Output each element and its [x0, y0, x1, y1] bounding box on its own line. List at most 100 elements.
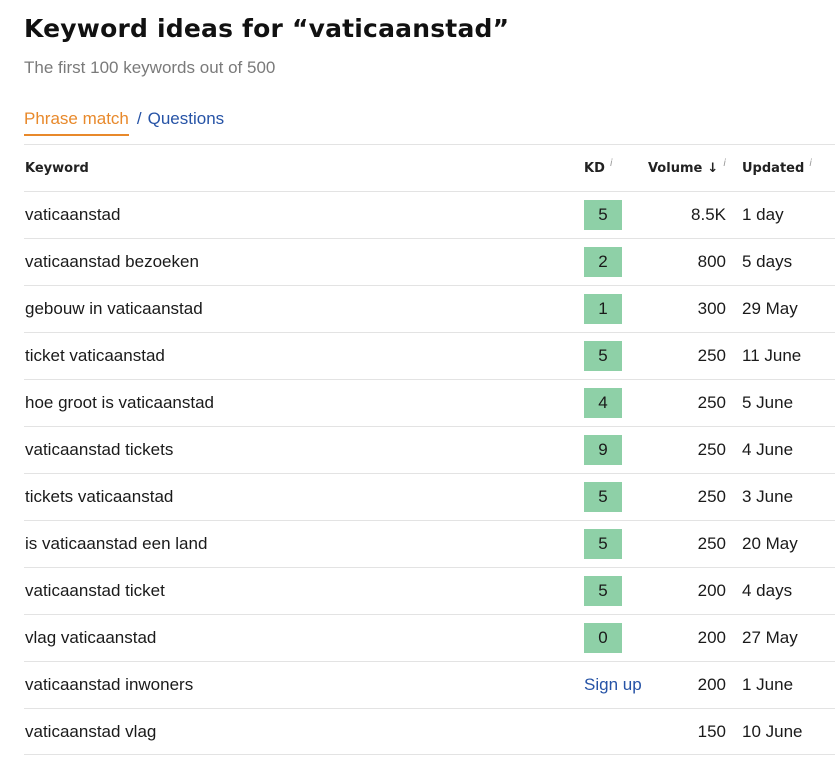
- row-keyword-cell: vaticaanstad vlag: [24, 708, 584, 755]
- row-updated-cell: 5 June: [726, 379, 835, 426]
- updated-value: 20 May: [742, 534, 798, 553]
- updated-value: 4 days: [742, 581, 793, 600]
- row-kd-cell: 2: [584, 238, 656, 285]
- kd-badge: 5: [584, 576, 622, 606]
- row-kd-cell: 5: [584, 473, 656, 520]
- row-kd-cell: 0: [584, 614, 656, 661]
- keyword-text[interactable]: gebouw in vaticaanstad: [25, 299, 203, 319]
- volume-value: 250: [697, 393, 726, 412]
- row-volume-cell: 250: [656, 520, 726, 567]
- kd-badge: 2: [584, 247, 622, 277]
- match-type-tabs: Phrase match / Questions: [24, 109, 224, 136]
- row-keyword-cell: gebouw in vaticaanstad: [24, 285, 584, 332]
- row-updated-cell: 10 June: [726, 708, 835, 755]
- row-kd-cell: 5: [584, 520, 656, 567]
- row-updated-cell: 29 May: [726, 285, 835, 332]
- row-updated-cell: 4 days: [726, 567, 835, 614]
- updated-value: 4 June: [742, 440, 794, 459]
- row-updated-cell: 11 June: [726, 332, 835, 379]
- row-updated-cell: 3 June: [726, 473, 835, 520]
- row-volume-cell: 800: [656, 238, 726, 285]
- updated-value: 27 May: [742, 628, 798, 647]
- volume-value: 800: [697, 252, 726, 271]
- updated-value: 29 May: [742, 299, 798, 318]
- tab-phrase-match[interactable]: Phrase match: [24, 109, 129, 136]
- volume-value: 250: [697, 346, 726, 365]
- keyword-text[interactable]: vaticaanstad vlag: [25, 722, 156, 742]
- column-header-updated[interactable]: Updated i: [726, 144, 835, 191]
- tab-separator: /: [136, 109, 142, 128]
- kd-badge: 9: [584, 435, 622, 465]
- row-keyword-cell: vaticaanstad bezoeken: [24, 238, 584, 285]
- keyword-ideas-panel: Keyword ideas for “vaticaanstad” The fir…: [0, 0, 835, 757]
- row-keyword-cell: vlag vaticaanstad: [24, 614, 584, 661]
- row-updated-cell: 1 June: [726, 661, 835, 708]
- row-updated-cell: 20 May: [726, 520, 835, 567]
- row-volume-cell: 300: [656, 285, 726, 332]
- row-kd-cell: 1: [584, 285, 656, 332]
- column-header-keyword-label: Keyword: [25, 160, 89, 176]
- keyword-text[interactable]: tickets vaticaanstad: [25, 487, 173, 507]
- updated-value: 11 June: [742, 346, 802, 365]
- updated-value: 1 day: [742, 205, 784, 224]
- column-header-updated-label: Updated: [742, 160, 805, 176]
- volume-value: 150: [697, 721, 726, 741]
- row-keyword-cell: hoe groot is vaticaanstad: [24, 379, 584, 426]
- volume-value: 250: [697, 440, 726, 459]
- keyword-text[interactable]: vaticaanstad tickets: [25, 440, 173, 460]
- row-volume-cell: 200: [656, 661, 726, 708]
- keyword-text[interactable]: is vaticaanstad een land: [25, 534, 207, 554]
- keyword-text[interactable]: vlag vaticaanstad: [25, 628, 156, 648]
- row-volume-cell: 250: [656, 426, 726, 473]
- kd-badge: 5: [584, 529, 622, 559]
- kd-badge: 5: [584, 482, 622, 512]
- row-keyword-cell: tickets vaticaanstad: [24, 473, 584, 520]
- row-kd-cell: 5: [584, 567, 656, 614]
- column-header-keyword[interactable]: Keyword: [24, 144, 584, 191]
- kd-info-icon[interactable]: i: [610, 158, 613, 169]
- row-volume-cell: 250: [656, 473, 726, 520]
- kd-badge: 1: [584, 294, 622, 324]
- page-title: Keyword ideas for “vaticaanstad”: [24, 14, 510, 43]
- keyword-text[interactable]: ticket vaticaanstad: [25, 346, 165, 366]
- row-kd-cell: 5: [584, 332, 656, 379]
- updated-info-icon[interactable]: i: [809, 158, 812, 169]
- volume-info-icon[interactable]: i: [723, 158, 726, 169]
- updated-value: 5 June: [742, 393, 794, 412]
- row-keyword-cell: vaticaanstad inwoners: [24, 661, 584, 708]
- row-kd-cell: Sign up: [584, 661, 656, 708]
- column-header-kd[interactable]: KD i: [584, 144, 656, 191]
- sort-descending-icon: ↓: [707, 160, 719, 176]
- row-kd-cell: [584, 708, 656, 755]
- row-keyword-cell: vaticaanstad ticket: [24, 567, 584, 614]
- row-keyword-cell: ticket vaticaanstad: [24, 332, 584, 379]
- keyword-text[interactable]: vaticaanstad: [25, 205, 120, 225]
- row-kd-cell: 5: [584, 191, 656, 238]
- row-volume-cell: 150: [656, 708, 726, 755]
- keyword-text[interactable]: vaticaanstad bezoeken: [25, 252, 199, 272]
- volume-value: 8.5K: [691, 205, 726, 224]
- tab-questions[interactable]: Questions: [148, 109, 225, 128]
- kd-badge: 5: [584, 341, 622, 371]
- keyword-text[interactable]: vaticaanstad inwoners: [25, 675, 193, 695]
- volume-value: 250: [697, 534, 726, 553]
- row-kd-cell: 9: [584, 426, 656, 473]
- sign-up-link[interactable]: Sign up: [584, 675, 642, 695]
- row-volume-cell: 200: [656, 567, 726, 614]
- row-updated-cell: 4 June: [726, 426, 835, 473]
- row-kd-cell: 4: [584, 379, 656, 426]
- row-volume-cell: 8.5K: [656, 191, 726, 238]
- column-header-kd-label: KD: [584, 160, 605, 176]
- keyword-text[interactable]: vaticaanstad ticket: [25, 581, 165, 601]
- row-keyword-cell: is vaticaanstad een land: [24, 520, 584, 567]
- column-header-volume[interactable]: Volume ↓ i: [648, 144, 726, 191]
- row-updated-cell: 1 day: [726, 191, 835, 238]
- updated-value: 1 June: [742, 675, 794, 694]
- row-keyword-cell: vaticaanstad: [24, 191, 584, 238]
- keyword-text[interactable]: hoe groot is vaticaanstad: [25, 393, 214, 413]
- updated-value: 3 June: [742, 487, 794, 506]
- column-header-volume-label: Volume: [647, 160, 703, 176]
- row-updated-cell: 5 days: [726, 238, 835, 285]
- keywords-table: Keyword KD i Volume ↓ i Updated i vaticaanst…: [24, 144, 835, 755]
- volume-value: 250: [697, 487, 726, 506]
